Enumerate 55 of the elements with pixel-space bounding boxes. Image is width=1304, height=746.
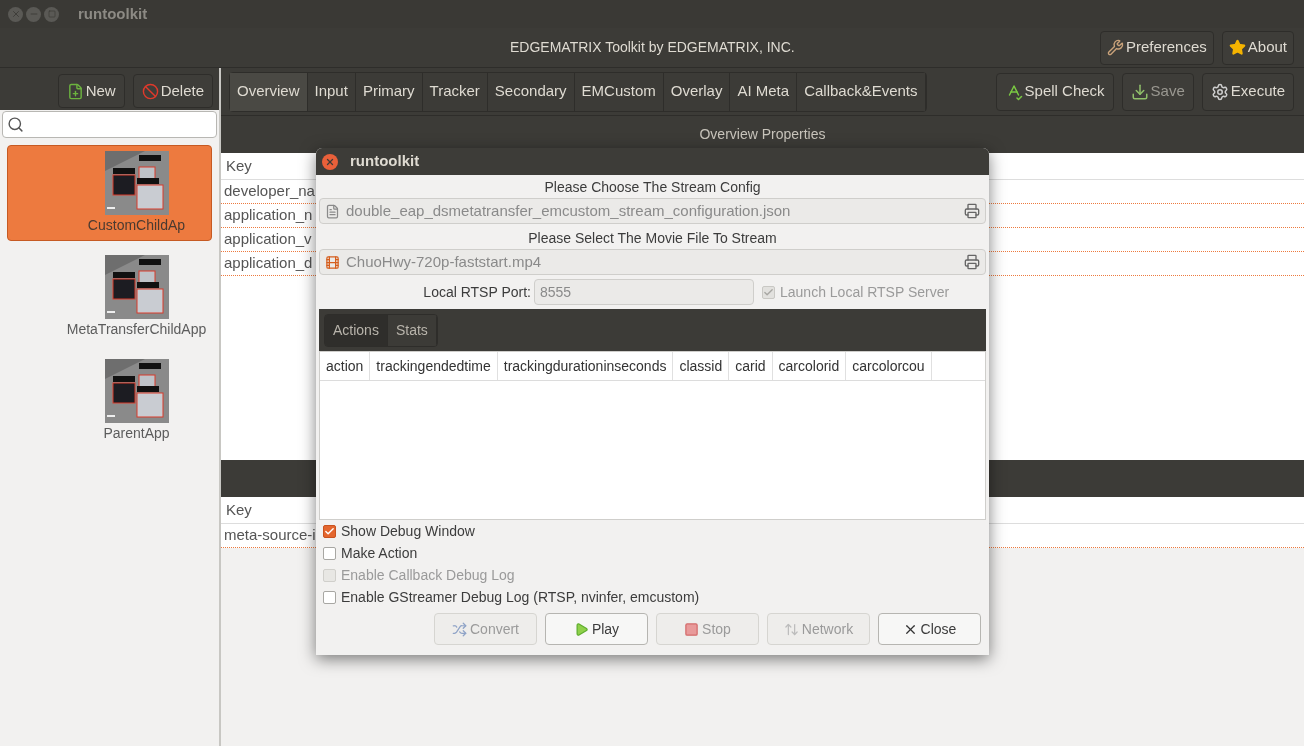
search-field[interactable] [2, 111, 217, 138]
minimize-icon[interactable] [26, 6, 41, 22]
app-list-item[interactable]: CustomChildAp [7, 145, 212, 241]
dialog-button[interactable]: Play [545, 613, 648, 645]
header-button[interactable]: Preferences [1099, 30, 1214, 65]
movie-label: Please Select The Movie File To Stream [527, 229, 778, 248]
column-header[interactable]: trackingendedtime [370, 352, 498, 380]
network-icon [783, 621, 799, 637]
app-name: ParentApp [103, 423, 170, 443]
window-title: runtoolkit [78, 3, 148, 24]
document-icon [325, 203, 340, 219]
app-name: CustomChildAp [87, 215, 186, 235]
toolbar-button[interactable]: Spell Check [995, 72, 1114, 111]
new-icon [66, 82, 84, 100]
column-header[interactable]: carid [729, 352, 773, 380]
save-icon [1130, 82, 1149, 101]
star-icon [1228, 39, 1246, 56]
checkbox-label: Enable Callback Debug Log [341, 565, 515, 585]
column-header[interactable]: carcolorid [772, 352, 847, 380]
film-icon [325, 254, 340, 270]
tab[interactable]: Actions [325, 314, 388, 346]
stop-icon [684, 621, 700, 637]
play-icon [573, 621, 589, 637]
printer-icon [964, 254, 980, 270]
tab[interactable]: Overview [230, 72, 308, 111]
checkbox[interactable] [323, 590, 336, 604]
app-list-item[interactable]: MetaTransferChildApp [7, 249, 212, 345]
port-label: Local RTSP Port: [422, 282, 532, 302]
column-header[interactable]: carcolorcou [846, 352, 932, 380]
sidebar-button[interactable]: Delete [132, 74, 213, 108]
dialog-title: runtoolkit [350, 151, 420, 172]
config-label: Please Choose The Stream Config [543, 178, 762, 197]
column-header[interactable]: action [320, 352, 371, 380]
file-name: ChuoHwy-720p-faststart.mp4 [346, 251, 542, 272]
sidebar-button[interactable]: New [57, 74, 125, 108]
dialog-button[interactable]: Close [878, 613, 981, 645]
checkbox-label: Show Debug Window [341, 521, 475, 541]
maximize-icon[interactable] [44, 6, 59, 22]
checkbox[interactable] [323, 546, 336, 560]
header-button[interactable]: About [1221, 30, 1294, 65]
close-icon[interactable] [322, 153, 338, 170]
column-header[interactable]: classid [673, 352, 730, 380]
close-icon[interactable] [8, 6, 23, 22]
printer-icon [964, 203, 980, 219]
section-title: Overview Properties [699, 125, 826, 144]
column-header[interactable]: trackingdurationinseconds [497, 352, 674, 380]
checkbox-label: Launch Local RTSP Server [780, 282, 950, 302]
app-name: MetaTransferChildApp [66, 319, 207, 339]
checkbox[interactable] [323, 524, 336, 538]
checkbox-label: Enable GStreamer Debug Log (RTSP, nvinfer, emcustom) [341, 587, 700, 607]
search-icon [7, 116, 24, 133]
app-title: EDGEMATRIX Toolkit by EDGEMATRIX, INC. [510, 38, 795, 57]
toolbar-button[interactable]: Execute [1201, 72, 1294, 111]
app-list-item[interactable]: ParentApp [7, 353, 212, 449]
delete-icon [141, 82, 159, 100]
